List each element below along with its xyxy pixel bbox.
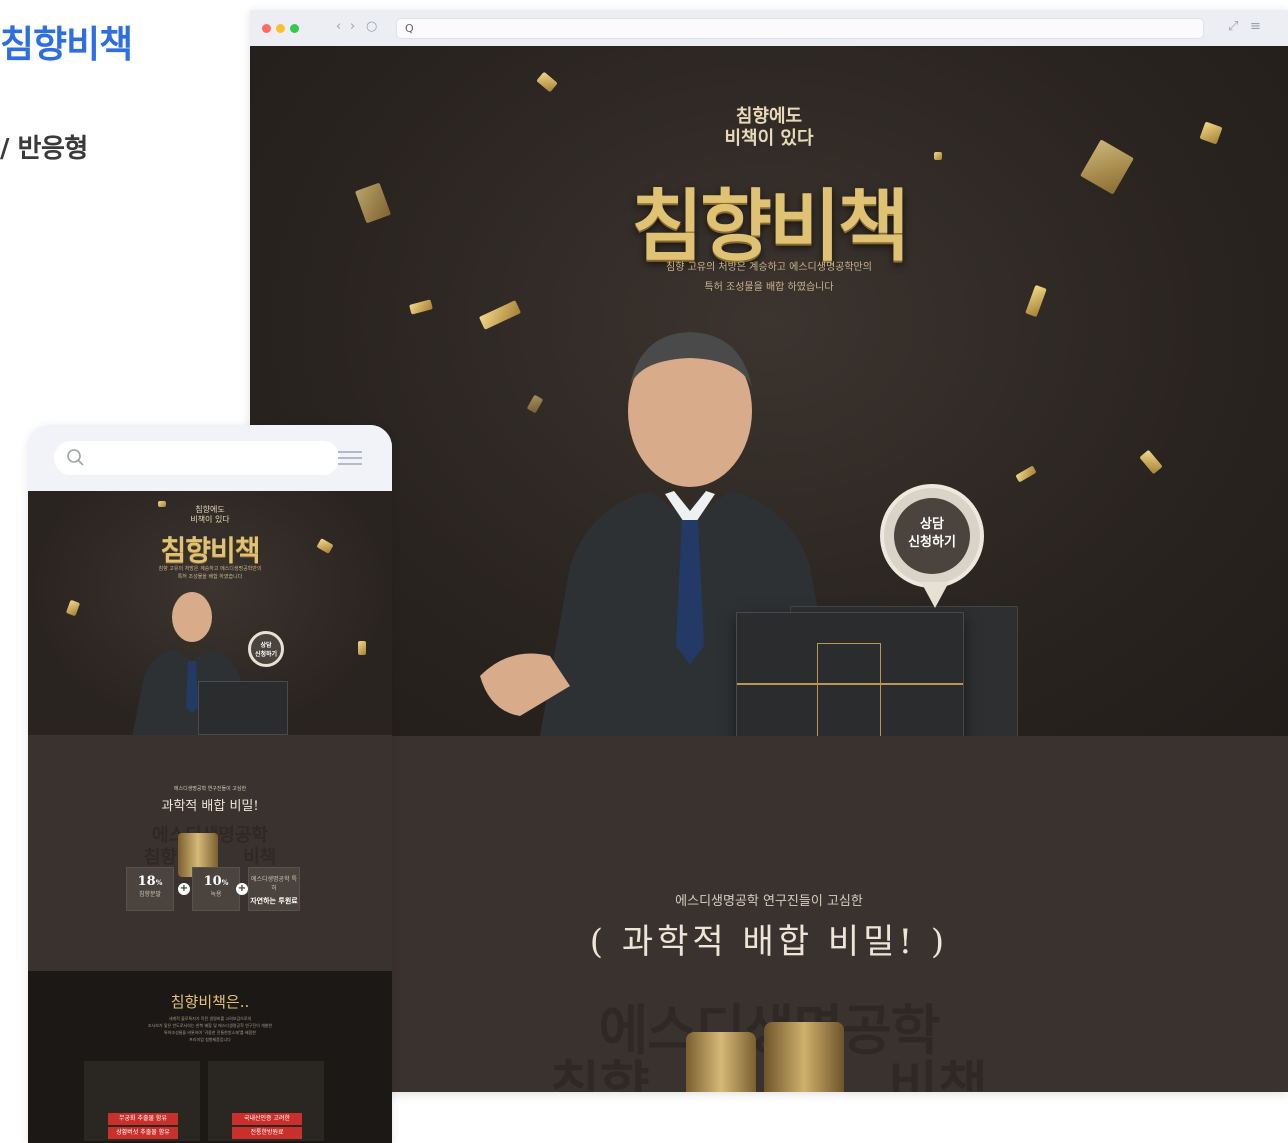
mobile-toolbar — [28, 425, 392, 491]
mobile-hero-description: 침향 고유의 처방은 계승하고 에스디생명공학만의 특허 조성물을 배합 하였습… — [158, 566, 262, 580]
maximize-dot[interactable] — [290, 24, 299, 33]
confetti — [358, 641, 366, 655]
expand-icon[interactable]: ⤢ — [1228, 19, 1238, 34]
consult-apply-button[interactable]: 상담 신청하기 — [880, 484, 984, 588]
close-dot[interactable] — [262, 24, 271, 33]
mobile-science-section: 에스디생명공학 연구진들이 고심한 과학적 배합 비밀! 에스디생명공학 침향 … — [28, 735, 392, 971]
mobile-hero-tagline: 침향에도 비책이 있다 — [190, 505, 230, 524]
science-intro: 에스디생명공학 연구진들이 고심한 — [675, 894, 863, 909]
hero-description: 침향 고유의 처방은 계승하고 에스디생명공학만의 특허 조성물을 배합 하였습… — [666, 262, 872, 293]
product-jar — [764, 1022, 844, 1092]
mobile-ingredient-card: 무궁화 추출물 함유 상황버섯 추출물 함유 — [84, 1061, 200, 1141]
minimize-dot[interactable] — [276, 24, 285, 33]
mobile-hero-brand: 침향비책 — [160, 534, 260, 567]
ingredient-badge: 국내산인증 고려한 — [232, 1113, 302, 1125]
mobile-science-intro: 에스디생명공학 연구진들이 고심한 — [173, 786, 247, 792]
mobile-ingredient-card: 국내산인증 고려한 전통한방원료 — [208, 1061, 324, 1141]
mobile-hero-section: 침향에도 비책이 있다 침향비책 침향 고유의 처방은 계승하고 에스디생명공학… — [28, 491, 392, 735]
mobile-science-heading: 과학적 배합 비밀! — [161, 799, 259, 814]
ingredient-badge: 무궁화 추출물 함유 — [108, 1113, 178, 1125]
mobile-intro-heading: 침향비책은.. — [170, 993, 250, 1011]
confetti — [1139, 449, 1163, 475]
consult-apply-label: 상담 신청하기 — [894, 498, 970, 574]
product-jar — [686, 1032, 756, 1092]
menu-icon[interactable]: ≡ — [1250, 19, 1261, 34]
pin-pointer-icon — [921, 582, 949, 608]
confetti — [65, 599, 81, 617]
science-section: 에스디생명공학 연구진들이 고심한 ( 과학적 배합 비밀! ) 에스디생명공학… — [250, 736, 1288, 1092]
product-band — [737, 683, 963, 685]
page-title: 침향비책 — [0, 23, 133, 66]
ingredient-badge: 전통한방원료 — [232, 1127, 302, 1139]
forward-icon[interactable]: › — [350, 19, 355, 34]
stat-box-nokyong: 10% 녹용 — [192, 867, 240, 911]
search-icon — [67, 449, 84, 466]
stat-box-chimhyang: 18% 침향분말 — [126, 867, 174, 911]
plus-icon: + — [236, 883, 248, 895]
mobile-mockup: 침향에도 비책이 있다 침향비책 침향 고유의 처방은 계승하고 에스디생명공학… — [28, 425, 392, 1143]
desktop-browser-mockup: ‹ › ○ Q ⤢ ≡ 침향에도 비책이 있다 침향비책 침향 고유의 처방은 … — [250, 10, 1288, 1092]
confetti — [409, 299, 433, 315]
page-subtitle: / 반응형 — [0, 134, 88, 164]
mobile-consult-apply-button[interactable]: 상담 신청하기 — [248, 631, 284, 667]
mobile-product-box — [198, 681, 288, 735]
confetti — [536, 71, 558, 93]
mobile-intro-section: 침향비책은.. 세계적 블로톡지가 작된 생명비를 고려보감으로의 조사보가 맞… — [28, 971, 392, 1143]
confetti — [1015, 465, 1037, 483]
hero-tagline: 침향에도 비책이 있다 — [724, 106, 814, 149]
stat-box-patent: 에스디생명공학 특허 자연하는 투원료 — [248, 867, 300, 911]
product-box — [736, 612, 964, 736]
reload-icon[interactable]: ○ — [366, 19, 377, 34]
url-input[interactable]: Q — [396, 18, 1204, 39]
back-icon[interactable]: ‹ — [336, 19, 341, 34]
ingredient-badge: 상황버섯 추출물 함유 — [108, 1127, 178, 1139]
product-label — [817, 643, 881, 736]
menu-icon[interactable] — [338, 447, 362, 467]
plus-icon: + — [178, 883, 190, 895]
browser-toolbar: ‹ › ○ Q ⤢ ≡ — [250, 10, 1288, 46]
science-heading: ( 과학적 배합 비밀! ) — [589, 922, 949, 962]
mobile-search-input[interactable] — [54, 441, 340, 475]
confetti — [934, 152, 942, 160]
hero-section: 침향에도 비책이 있다 침향비책 침향 고유의 처방은 계승하고 에스디생명공학… — [250, 46, 1288, 736]
mobile-intro-body: 세계적 블로톡지가 작된 생명비를 고려보감으로의 조사보가 맞은 반도로서하는… — [147, 1016, 273, 1042]
